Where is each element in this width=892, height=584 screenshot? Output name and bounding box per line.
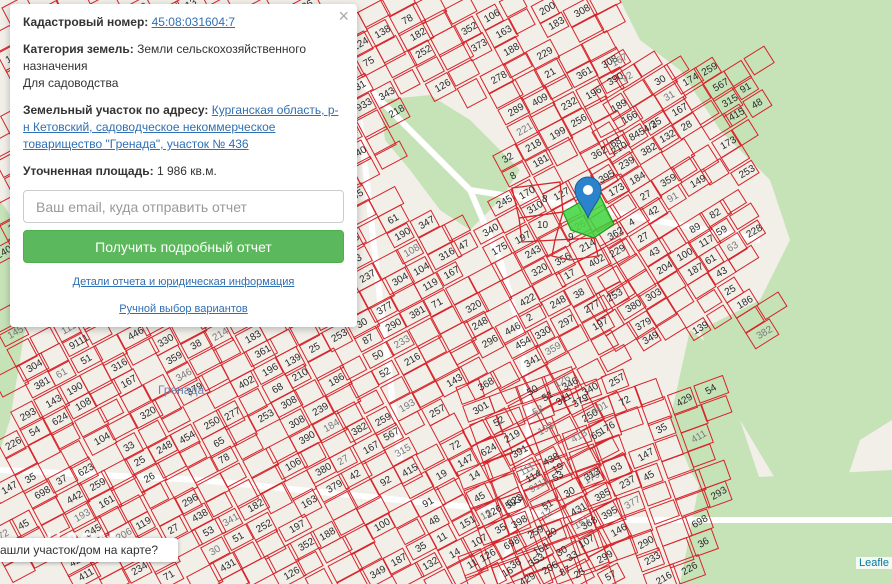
area-row: Уточненная площадь: 1 986 кв.м.	[23, 163, 344, 180]
area-label: Уточненная площадь:	[23, 164, 154, 178]
close-icon[interactable]: ×	[338, 7, 349, 25]
land-category-row: Категория земель: Земли сельскохозяйстве…	[23, 41, 344, 92]
cadastral-number-label: Кадастровый номер:	[23, 15, 149, 29]
plot-label-10: 10	[537, 220, 549, 231]
cadastral-number-row: Кадастровый номер: 45:08:031604:7	[23, 14, 344, 31]
area-value: 1 986 кв.м.	[156, 164, 217, 178]
land-category-label: Категория земель:	[23, 42, 134, 56]
village-label: Гренада	[158, 383, 204, 397]
email-input[interactable]: Ваш email, куда отправить отчет	[23, 190, 344, 223]
land-usage-value: Для садоводства	[23, 76, 119, 90]
found-plot-prompt[interactable]: ашли участок/дом на карте?	[0, 538, 178, 562]
manual-selection-link[interactable]: Ручной выбор вариантов	[119, 303, 247, 315]
get-report-button[interactable]: Получить подробный отчет	[23, 230, 344, 263]
address-label: Земельный участок по адресу:	[23, 103, 209, 117]
report-details-link[interactable]: Детали отчета и юридическая информация	[73, 276, 295, 288]
cadastral-number-link[interactable]: 45:08:031604:7	[152, 15, 235, 29]
address-row: Земельный участок по адресу: Курганская …	[23, 102, 344, 153]
parcel-info-popup: × Кадастровый номер: 45:08:031604:7 Кате…	[10, 4, 357, 327]
plot-label-9: 9	[568, 232, 574, 243]
plot-label-8: 8	[542, 194, 548, 205]
leaflet-attribution-link[interactable]: Leafle	[856, 557, 892, 569]
